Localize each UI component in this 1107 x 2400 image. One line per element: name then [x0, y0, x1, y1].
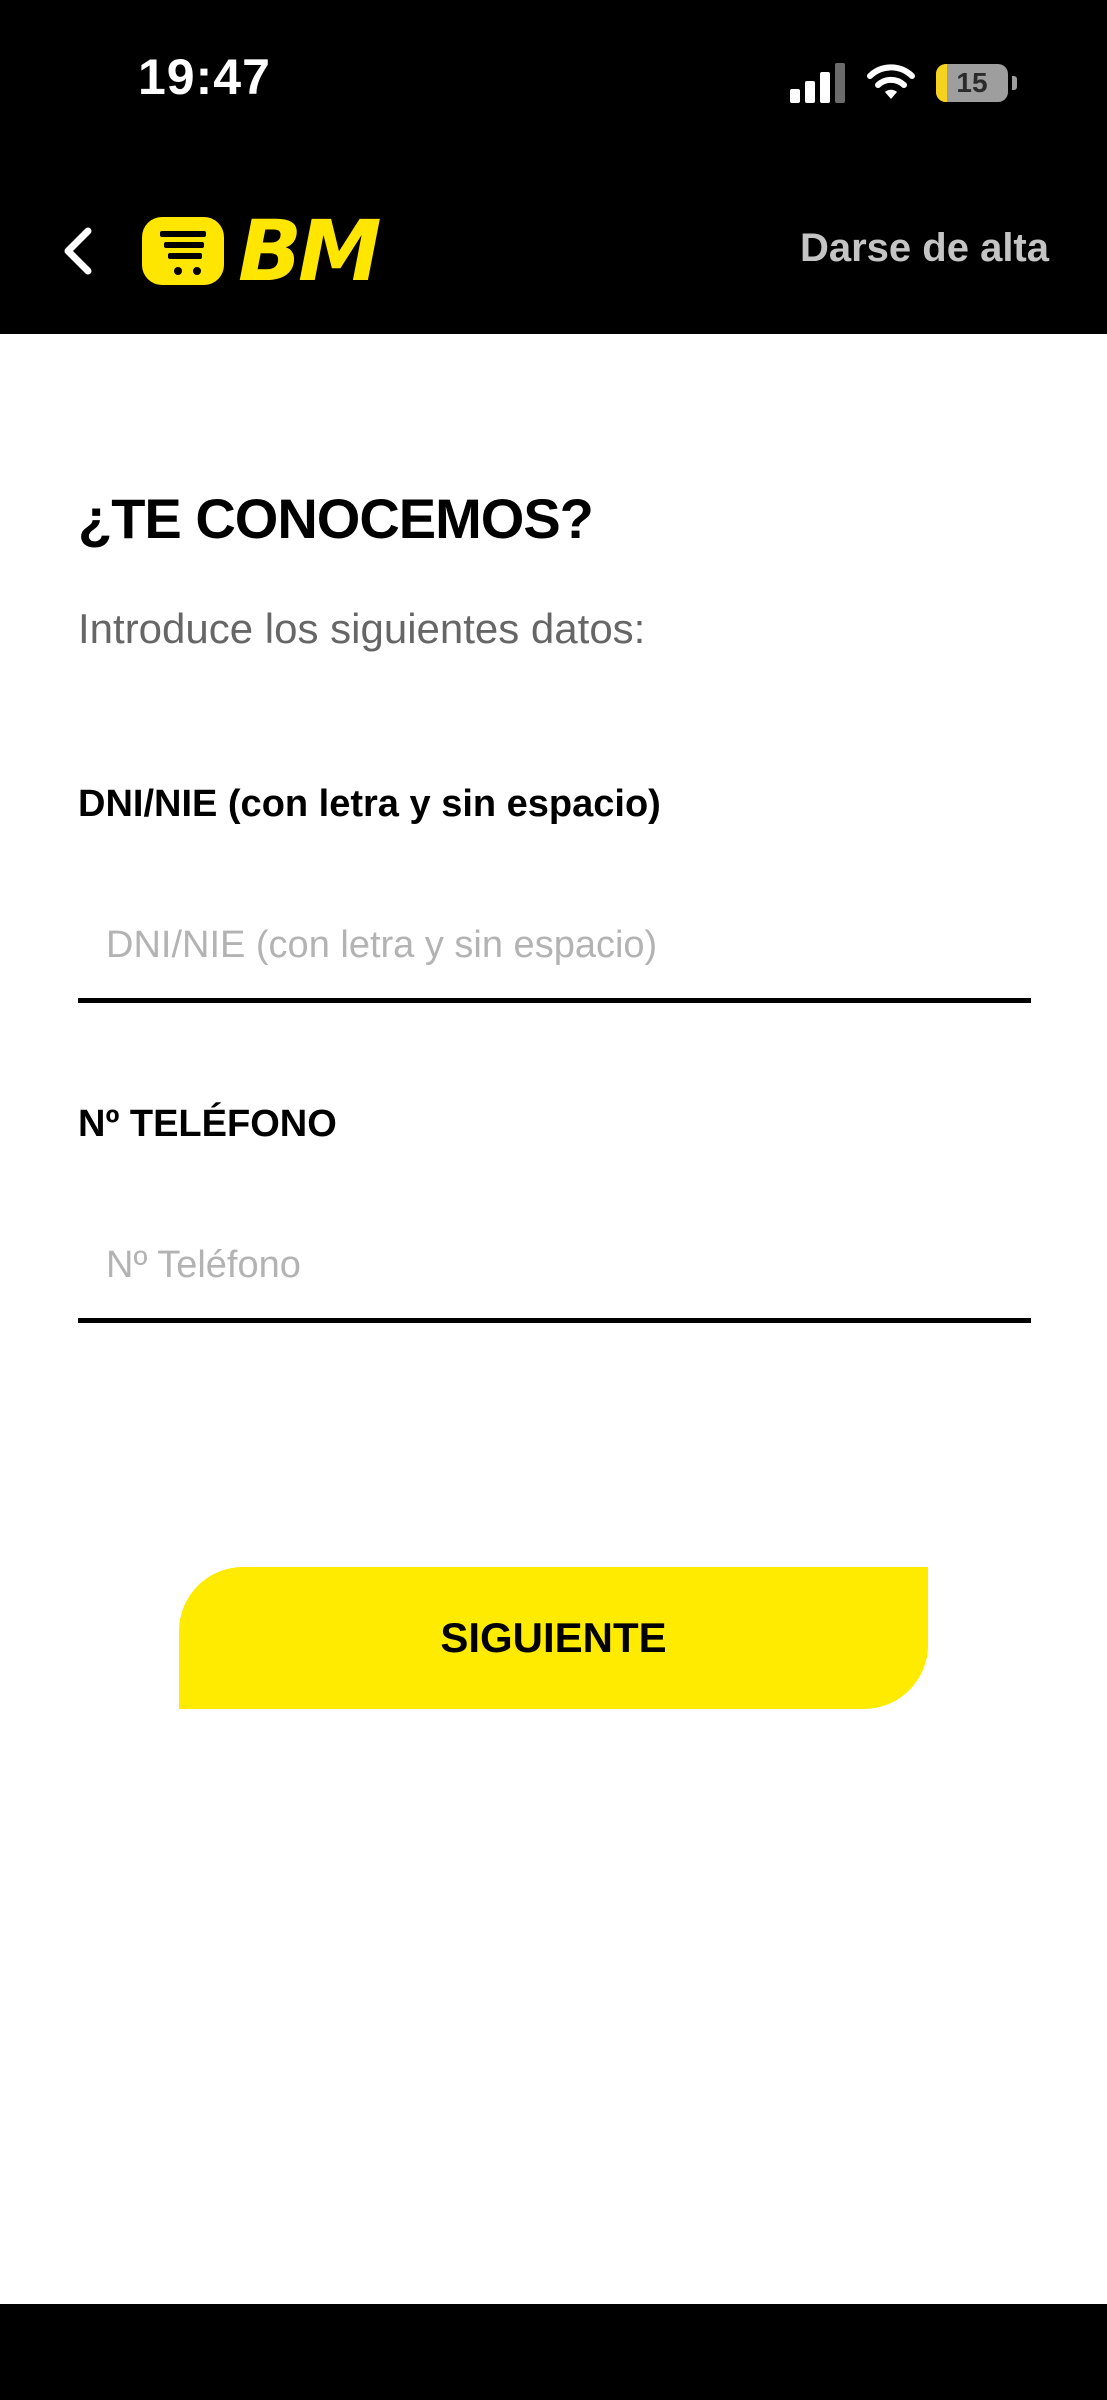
login-screen: 19:47 15 BM Darse de alta ¿TE CONOCEMOS?… [0, 0, 1107, 2400]
app-header: 19:47 15 BM Darse de alta [0, 0, 1107, 334]
phone-input[interactable] [78, 1213, 1031, 1323]
wifi-icon [867, 64, 915, 99]
dni-input[interactable] [78, 893, 1031, 1003]
battery-tip [1012, 76, 1017, 90]
dni-label: DNI/NIE (con letra y sin espacio) [78, 783, 661, 825]
shopping-cart-icon [142, 217, 224, 285]
battery-icon: 15 [936, 64, 1008, 102]
status-time: 19:47 [138, 49, 271, 105]
logo-text: BM [238, 202, 382, 300]
phone-label: Nº TELÉFONO [78, 1103, 337, 1145]
status-icons: 15 [790, 58, 1017, 108]
next-button[interactable]: SIGUIENTE [179, 1567, 928, 1709]
page-title: ¿TE CONOCEMOS? [78, 487, 594, 550]
signup-link[interactable]: Darse de alta [800, 226, 1049, 271]
bottom-bar [0, 2304, 1107, 2400]
chevron-left-icon [64, 227, 92, 275]
battery-percentage: 15 [956, 67, 988, 98]
back-button[interactable] [52, 218, 102, 284]
cellular-signal-icon [790, 63, 846, 103]
page-subtitle: Introduce los siguientes datos: [78, 605, 646, 652]
bm-logo: BM [142, 202, 382, 300]
